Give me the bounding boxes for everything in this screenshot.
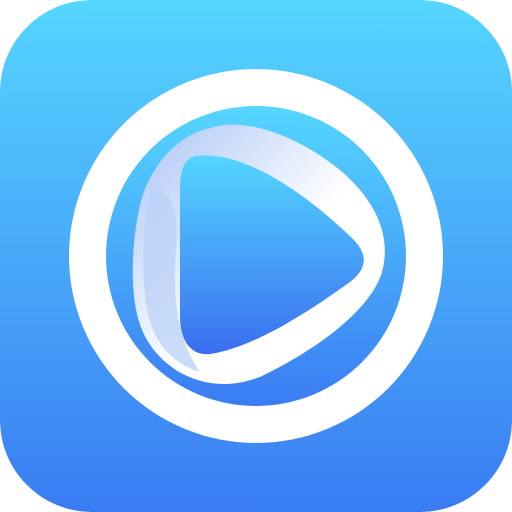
video-player-app-icon[interactable] — [0, 0, 512, 512]
app-icon-graphic — [0, 0, 512, 512]
